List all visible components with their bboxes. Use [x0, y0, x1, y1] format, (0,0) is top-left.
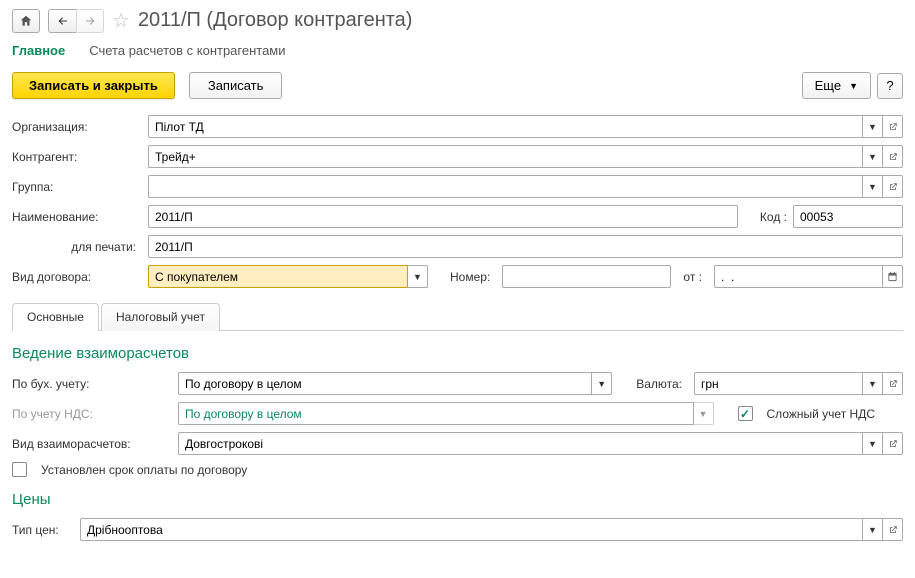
group-open-button[interactable] — [883, 175, 903, 198]
section-settlements-title: Ведение взаиморасчетов — [12, 345, 903, 362]
more-button[interactable]: Еще ▼ — [802, 72, 871, 99]
settlementtype-open-button[interactable] — [883, 432, 903, 455]
counterparty-open-button[interactable] — [883, 145, 903, 168]
org-label: Организация: — [12, 120, 142, 134]
open-icon — [888, 525, 898, 535]
forprint-label: для печати: — [12, 240, 142, 254]
group-dropdown-button[interactable]: ▼ — [863, 175, 883, 198]
chevron-down-icon: ▼ — [849, 81, 858, 91]
back-button[interactable] — [48, 9, 76, 33]
number-label: Номер: — [450, 270, 490, 284]
save-button[interactable]: Записать — [189, 72, 283, 99]
tab-main[interactable]: Основные — [12, 303, 99, 331]
settlementtype-input[interactable] — [178, 432, 863, 455]
page-title: 2011/П (Договор контрагента) — [138, 9, 413, 32]
pricetype-input[interactable] — [80, 518, 863, 541]
open-icon — [888, 182, 898, 192]
date-input[interactable] — [714, 265, 883, 288]
forward-button[interactable] — [76, 9, 104, 33]
currency-dropdown-button[interactable]: ▼ — [863, 372, 883, 395]
counterparty-label: Контрагент: — [12, 150, 142, 164]
contracttype-label: Вид договора: — [12, 270, 142, 284]
forprint-input[interactable] — [148, 235, 903, 258]
settlementtype-label: Вид взаиморасчетов: — [12, 437, 172, 451]
help-button[interactable]: ? — [877, 73, 903, 99]
org-open-button[interactable] — [883, 115, 903, 138]
number-input[interactable] — [502, 265, 671, 288]
pricetype-open-button[interactable] — [883, 518, 903, 541]
favorite-star-icon[interactable]: ☆ — [112, 8, 130, 33]
currency-label: Валюта: — [636, 377, 682, 391]
section-prices-title: Цены — [12, 491, 903, 508]
open-icon — [888, 152, 898, 162]
arrow-right-icon — [83, 15, 97, 27]
calendar-icon — [887, 271, 898, 282]
byvat-label: По учету НДС: — [12, 407, 172, 421]
byaccounting-input[interactable] — [178, 372, 592, 395]
open-icon — [888, 379, 898, 389]
contracttype-dropdown-button[interactable]: ▼ — [408, 265, 428, 288]
byvat-input — [178, 402, 694, 425]
name-label: Наименование: — [12, 210, 142, 224]
code-label: Код : — [760, 210, 787, 224]
paymentterm-label: Установлен срок оплаты по договору — [41, 463, 247, 477]
home-button[interactable] — [12, 9, 40, 33]
currency-open-button[interactable] — [883, 372, 903, 395]
more-button-label: Еще — [815, 78, 841, 93]
paymentterm-checkbox[interactable] — [12, 462, 27, 477]
byaccounting-dropdown-button[interactable]: ▼ — [592, 372, 612, 395]
from-label: от : — [683, 270, 702, 284]
complexvat-checkbox[interactable]: ✓ — [738, 406, 753, 421]
top-tab-accounts[interactable]: Счета расчетов с контрагентами — [89, 43, 285, 58]
settlementtype-dropdown-button[interactable]: ▼ — [863, 432, 883, 455]
group-label: Группа: — [12, 180, 142, 194]
arrow-left-icon — [56, 15, 70, 27]
complexvat-label: Сложный учет НДС — [767, 407, 875, 421]
counterparty-input[interactable] — [148, 145, 863, 168]
pricetype-label: Тип цен: — [12, 523, 74, 537]
home-icon — [19, 14, 33, 28]
code-input[interactable] — [793, 205, 903, 228]
open-icon — [888, 439, 898, 449]
open-icon — [888, 122, 898, 132]
tab-tax[interactable]: Налоговый учет — [101, 303, 220, 331]
date-calendar-button[interactable] — [883, 265, 903, 288]
org-input[interactable] — [148, 115, 863, 138]
contracttype-input[interactable] — [148, 265, 408, 288]
byaccounting-label: По бух. учету: — [12, 377, 172, 391]
byvat-dropdown-button: ▼ — [694, 402, 714, 425]
group-input[interactable] — [148, 175, 863, 198]
counterparty-dropdown-button[interactable]: ▼ — [863, 145, 883, 168]
top-tab-main[interactable]: Главное — [12, 43, 65, 58]
pricetype-dropdown-button[interactable]: ▼ — [863, 518, 883, 541]
save-close-button[interactable]: Записать и закрыть — [12, 72, 175, 99]
name-input[interactable] — [148, 205, 738, 228]
currency-input[interactable] — [694, 372, 863, 395]
org-dropdown-button[interactable]: ▼ — [863, 115, 883, 138]
